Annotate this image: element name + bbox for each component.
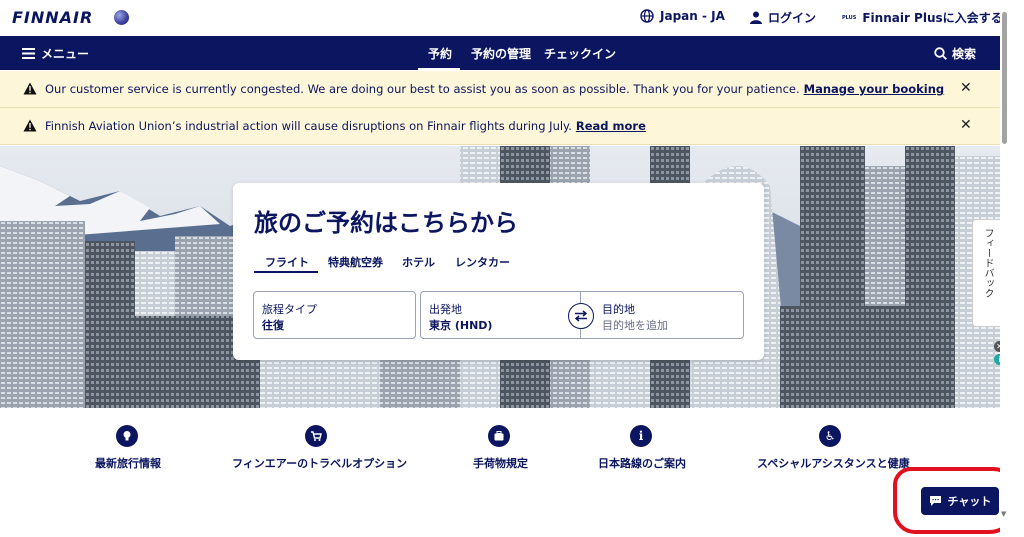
menu-button[interactable]: メニュー [22, 45, 89, 62]
baggage-icon [488, 425, 510, 447]
scroll-down-arrow-icon[interactable]: ▼ [1001, 510, 1006, 518]
alert-message: Our customer service is currently conges… [45, 82, 945, 96]
news-icon [116, 425, 138, 447]
swap-icon [574, 310, 588, 322]
booking-widget: 旅のご予約はこちらから フライト 特典航空券 ホテル レンタカー 旅程タイプ 往… [233, 183, 764, 360]
quick-link-travel-updates[interactable]: 最新旅行情報 [95, 425, 161, 471]
tab-book[interactable]: 予約 [428, 45, 452, 62]
quick-link-travel-options[interactable]: フィンエアーのトラベルオプション [232, 425, 408, 471]
search-icon [934, 47, 947, 60]
wheelchair-icon: ♿ [819, 425, 841, 447]
feedback-label: フィードバック [982, 228, 993, 298]
read-more-link[interactable]: Read more [576, 119, 646, 133]
tab-hotel[interactable]: ホテル [402, 254, 435, 270]
alert-message: Finnish Aviation Union’s industrial acti… [45, 119, 646, 133]
quick-link-label: 手荷物規定 [473, 457, 528, 470]
quick-link-japan-routes[interactable]: i 日本路線のご案内 [598, 425, 686, 471]
user-icon [750, 11, 762, 24]
cart-icon [305, 425, 327, 447]
swap-route-button[interactable] [568, 303, 594, 329]
search-button[interactable]: 検索 [934, 45, 976, 62]
manage-booking-link[interactable]: Manage your booking [804, 82, 945, 96]
feedback-tab[interactable]: フィードバック [972, 219, 1000, 327]
origin-value: 東京 (HND) [429, 319, 493, 332]
login-link[interactable]: ログイン [750, 9, 816, 26]
finnair-plus-link[interactable]: PLUS Finnair Plusに入会する [842, 9, 1003, 26]
plus-badge-icon: PLUS [842, 14, 857, 21]
quick-link-label: 最新旅行情報 [95, 457, 161, 470]
globe-icon [640, 9, 654, 23]
finnair-logo[interactable]: FINNAIR [12, 8, 93, 27]
oneworld-logo-icon [114, 10, 129, 25]
warning-icon [23, 82, 37, 95]
destination-label: 目的地 [602, 303, 635, 316]
trip-type-label: 旅程タイプ [262, 303, 317, 316]
quick-link-label: スペシャルアシスタンスと健康 [757, 457, 910, 470]
main-nav: メニュー 予約 予約の管理 チェックイン 検索 [0, 36, 1000, 70]
plus-label: Finnair Plusに入会する [862, 11, 1003, 25]
search-label: 検索 [952, 47, 977, 61]
destination-field[interactable]: 目的地 目的地を追加 [581, 292, 743, 338]
origin-field[interactable]: 出発地 東京 (HND) [421, 292, 581, 338]
top-bar: FINNAIR Japan - JA ログイン PLUS Finnair Plu… [0, 0, 1003, 36]
trip-type-select[interactable]: 旅程タイプ 往復 [253, 291, 416, 339]
origin-label: 出発地 [429, 303, 462, 316]
active-tab-indicator [254, 271, 318, 273]
alert-banner: Finnish Aviation Union’s industrial acti… [0, 108, 1000, 145]
tab-award-ticket[interactable]: 特典航空券 [328, 254, 383, 270]
close-icon[interactable]: ✕ [960, 80, 972, 96]
quick-link-special-assistance[interactable]: ♿ スペシャルアシスタンスと健康 [757, 425, 910, 471]
booking-title: 旅のご予約はこちらから [254, 209, 518, 237]
trip-type-value: 往復 [262, 319, 284, 332]
quick-link-baggage[interactable]: 手荷物規定 [473, 425, 528, 471]
close-icon[interactable]: ✕ [960, 117, 972, 133]
language-selector[interactable]: Japan - JA [640, 9, 725, 23]
alert-banner: Our customer service is currently conges… [0, 71, 1000, 108]
language-label: Japan - JA [660, 9, 725, 23]
scrollbar-thumb[interactable] [1002, 12, 1007, 144]
info-icon: i [630, 425, 652, 447]
warning-icon [23, 119, 37, 132]
tab-flight[interactable]: フライト [265, 254, 309, 270]
quick-link-label: 日本路線のご案内 [598, 457, 686, 470]
hamburger-icon [22, 48, 35, 59]
tab-manage-booking[interactable]: 予約の管理 [471, 45, 531, 62]
destination-placeholder: 目的地を追加 [602, 319, 668, 332]
menu-label: メニュー [41, 47, 90, 61]
login-label: ログイン [768, 11, 817, 25]
tab-check-in[interactable]: チェックイン [544, 45, 616, 62]
active-tab-indicator [418, 68, 460, 70]
quick-link-label: フィンエアーのトラベルオプション [232, 457, 408, 470]
tab-rental-car[interactable]: レンタカー [455, 254, 510, 270]
